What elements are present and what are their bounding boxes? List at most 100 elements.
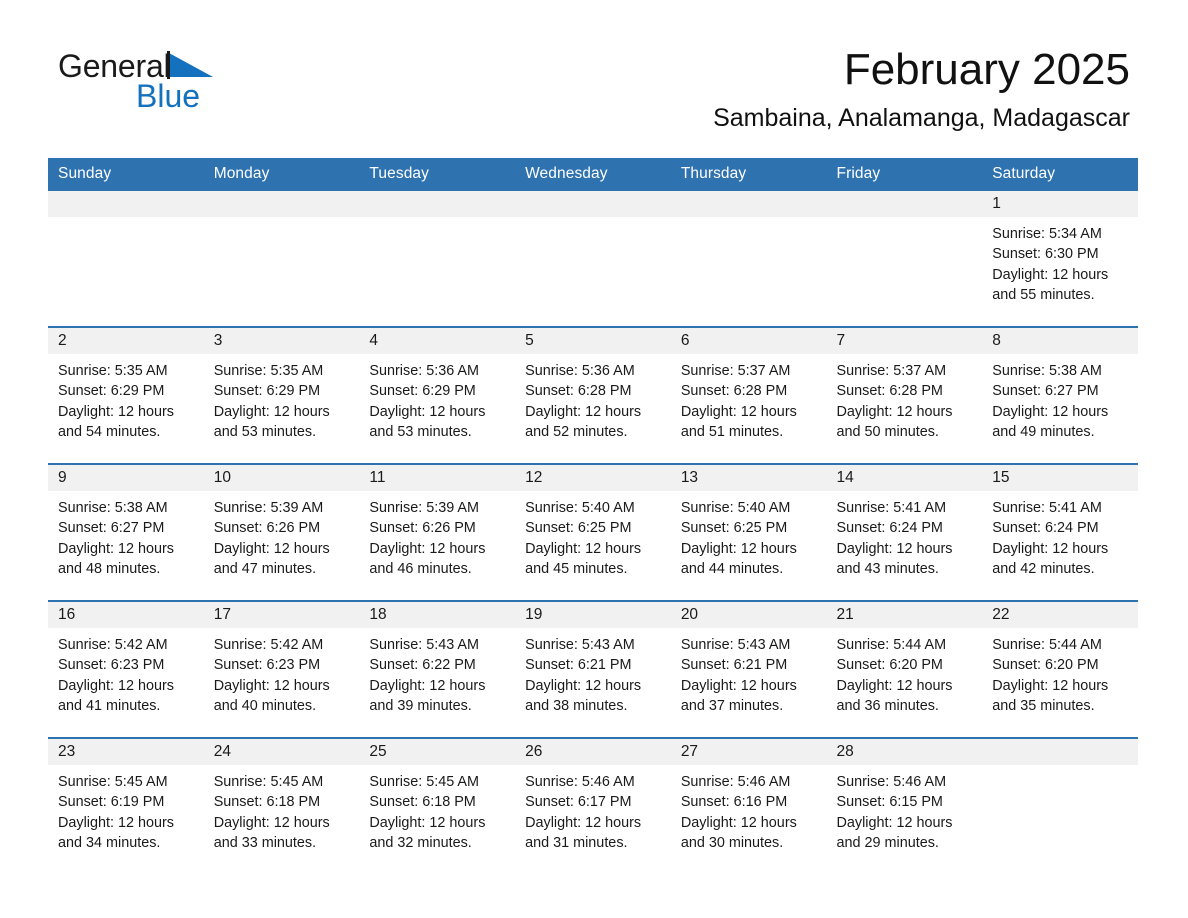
- day-number: 12: [525, 469, 543, 486]
- day-detail-line: Sunrise: 5:43 AM: [369, 637, 479, 653]
- day-cell-details: Sunrise: 5:39 AM Sunset: 6:26 PM Daylight:…: [359, 491, 515, 579]
- day-detail-line: Sunset: 6:29 PM: [58, 383, 165, 400]
- day-detail-line: Sunrise: 5:34 AM: [992, 226, 1102, 242]
- calendar-day-cell[interactable]: 1 Sunrise: 5:34 AM Sunset: 6:30 PM Daylight…: [982, 191, 1138, 327]
- calendar-day-cell[interactable]: 6 Sunrise: 5:37 AM Sunset: 6:28 PM Daylight…: [670, 326, 827, 464]
- day-number: 26: [525, 743, 543, 760]
- day-detail-line: Daylight: 12 hours: [680, 403, 797, 420]
- day-number-band: 26: [515, 739, 671, 765]
- calendar-day-cell[interactable]: 27 Sunrise: 5:46 AM Sunset: 6:16 PM Dayligh…: [670, 737, 827, 874]
- general-blue-logo[interactable]: General Blue: [58, 48, 398, 120]
- day-number: 14: [836, 469, 854, 486]
- calendar-day-cell[interactable]: 20 Sunrise: 5:43 AM Sunset: 6:21 PM Dayligh…: [670, 600, 827, 738]
- day-cell-inner: 4 Sunrise: 5:36 AM Sunset: 6:29 PM Daylight…: [359, 328, 516, 463]
- calendar-day-cell[interactable]: 21 Sunrise: 5:44 AM Sunset: 6:20 PM Dayligh…: [826, 600, 983, 738]
- calendar-day-cell[interactable]: 11 Sunrise: 5:39 AM Sunset: 6:26 PM Dayligh…: [359, 463, 516, 601]
- day-detail-line: Daylight: 12 hours: [525, 403, 642, 420]
- day-detail-line: Daylight: 12 hours: [369, 814, 486, 831]
- day-detail-line: Sunrise: 5:41 AM: [992, 500, 1102, 516]
- day-number: 3: [213, 332, 223, 349]
- day-detail-line: Sunset: 6:28 PM: [680, 383, 788, 400]
- day-number-band: 27: [670, 739, 827, 765]
- day-number-band: 15: [982, 465, 1138, 491]
- day-cell-inner: 23 Sunrise: 5:45 AM Sunset: 6:19 PM Dayligh…: [48, 739, 204, 874]
- day-detail-line: Sunset: 6:19 PM: [58, 794, 165, 811]
- day-number-band: [359, 191, 516, 217]
- day-cell-inner: [670, 191, 827, 326]
- calendar-page: General Blue February 2025 Sambaina, Ana…: [0, 0, 1188, 918]
- day-detail-line: Sunset: 6:27 PM: [992, 383, 1099, 400]
- calendar-day-cell[interactable]: 14 Sunrise: 5:41 AM Sunset: 6:24 PM Dayligh…: [826, 463, 983, 601]
- day-detail-line: Sunset: 6:20 PM: [992, 657, 1099, 674]
- day-number-band: 1: [982, 191, 1138, 217]
- day-cell-details: [671, 217, 827, 224]
- day-detail-line: Daylight: 12 hours: [58, 540, 174, 557]
- day-detail-line: Daylight: 12 hours: [836, 403, 953, 420]
- calendar-day-cell[interactable]: 23 Sunrise: 5:45 AM Sunset: 6:19 PM Dayligh…: [48, 737, 204, 874]
- day-detail-line: and 44 minutes.: [680, 560, 784, 577]
- day-detail-line: Daylight: 12 hours: [369, 403, 486, 420]
- calendar-day-cell[interactable]: 19 Sunrise: 5:43 AM Sunset: 6:21 PM Dayligh…: [515, 600, 671, 738]
- calendar-day-cell[interactable]: 25 Sunrise: 5:45 AM Sunset: 6:18 PM Dayligh…: [359, 737, 516, 874]
- calendar-day-cell[interactable]: 13 Sunrise: 5:40 AM Sunset: 6:25 PM Dayligh…: [670, 463, 827, 601]
- day-detail-line: Sunrise: 5:40 AM: [525, 500, 635, 516]
- day-detail-line: and 42 minutes.: [992, 560, 1095, 577]
- day-number: 13: [680, 469, 699, 486]
- calendar-day-cell[interactable]: 17 Sunrise: 5:42 AM Sunset: 6:23 PM Dayligh…: [203, 600, 360, 738]
- day-detail-line: Daylight: 12 hours: [369, 540, 486, 557]
- day-number-band: 9: [48, 465, 204, 491]
- day-detail-line: Sunrise: 5:46 AM: [525, 774, 635, 790]
- day-number-band: 13: [670, 465, 827, 491]
- calendar-day-cell[interactable]: 16 Sunrise: 5:42 AM Sunset: 6:23 PM Dayligh…: [48, 600, 204, 738]
- day-detail-line: Daylight: 12 hours: [680, 677, 797, 694]
- calendar-day-cell[interactable]: 24 Sunrise: 5:45 AM Sunset: 6:18 PM Dayligh…: [203, 737, 360, 874]
- day-cell-inner: 10 Sunrise: 5:39 AM Sunset: 6:26 PM Dayligh…: [203, 465, 360, 600]
- calendar-day-cell[interactable]: 26 Sunrise: 5:46 AM Sunset: 6:17 PM Dayligh…: [515, 737, 671, 874]
- day-number-band: [670, 191, 827, 217]
- calendar-day-cell[interactable]: 9 Sunrise: 5:38 AM Sunset: 6:27 PM Daylight…: [48, 463, 204, 601]
- day-cell-details: Sunrise: 5:43 AM Sunset: 6:21 PM Daylight:…: [671, 628, 827, 716]
- calendar-day-cell[interactable]: 3 Sunrise: 5:35 AM Sunset: 6:29 PM Daylight…: [203, 326, 360, 464]
- day-cell-inner: 11 Sunrise: 5:39 AM Sunset: 6:26 PM Dayligh…: [359, 465, 516, 600]
- day-detail-line: and 35 minutes.: [992, 697, 1095, 714]
- calendar-week-row: 1 Sunrise: 5:34 AM Sunset: 6:30 PM Daylight…: [48, 191, 1138, 327]
- calendar-day-cell[interactable]: 12 Sunrise: 5:40 AM Sunset: 6:25 PM Dayligh…: [515, 463, 671, 601]
- day-detail-line: and 50 minutes.: [836, 423, 939, 440]
- day-cell-inner: 8 Sunrise: 5:38 AM Sunset: 6:27 PM Daylight…: [982, 328, 1138, 463]
- day-detail-line: Sunset: 6:25 PM: [680, 520, 788, 537]
- day-cell-inner: 17 Sunrise: 5:42 AM Sunset: 6:23 PM Dayligh…: [203, 602, 360, 737]
- day-cell-inner: 12 Sunrise: 5:40 AM Sunset: 6:25 PM Dayligh…: [515, 465, 671, 600]
- calendar-day-cell[interactable]: 4 Sunrise: 5:36 AM Sunset: 6:29 PM Daylight…: [359, 326, 516, 464]
- day-detail-line: Daylight: 12 hours: [680, 540, 797, 557]
- day-detail-line: Daylight: 12 hours: [213, 403, 330, 420]
- day-detail-line: Daylight: 12 hours: [992, 677, 1109, 694]
- calendar-day-cell[interactable]: 5 Sunrise: 5:36 AM Sunset: 6:28 PM Daylight…: [515, 326, 671, 464]
- day-number-band: 4: [359, 328, 516, 354]
- day-number-band: 11: [359, 465, 516, 491]
- calendar-day-cell[interactable]: 18 Sunrise: 5:43 AM Sunset: 6:22 PM Dayligh…: [359, 600, 516, 738]
- day-number: 10: [213, 469, 231, 486]
- day-detail-line: Sunrise: 5:46 AM: [836, 774, 947, 790]
- day-number-band: 16: [48, 602, 204, 628]
- day-detail-line: Sunrise: 5:37 AM: [836, 363, 947, 379]
- calendar-day-cell[interactable]: 10 Sunrise: 5:39 AM Sunset: 6:26 PM Dayligh…: [203, 463, 360, 601]
- day-cell-details: Sunrise: 5:38 AM Sunset: 6:27 PM Daylight:…: [48, 491, 204, 579]
- day-number-band: 6: [670, 328, 827, 354]
- calendar-week-row: 16 Sunrise: 5:42 AM Sunset: 6:23 PM Dayligh…: [48, 600, 1138, 738]
- calendar-day-cell[interactable]: 8 Sunrise: 5:38 AM Sunset: 6:27 PM Daylight…: [982, 326, 1138, 464]
- day-cell-details: Sunrise: 5:41 AM Sunset: 6:24 PM Daylight:…: [982, 491, 1138, 579]
- day-cell-details: Sunrise: 5:42 AM Sunset: 6:23 PM Daylight:…: [48, 628, 204, 716]
- day-number: 25: [369, 743, 387, 760]
- day-number-band: 25: [359, 739, 516, 765]
- calendar-grid: Sunday Monday Tuesday Wednesday Thursday…: [48, 158, 1138, 874]
- calendar-day-cell[interactable]: 28 Sunrise: 5:46 AM Sunset: 6:15 PM Dayligh…: [826, 737, 983, 874]
- calendar-day-cell[interactable]: 2 Sunrise: 5:35 AM Sunset: 6:29 PM Daylight…: [48, 326, 204, 464]
- calendar-day-cell[interactable]: 22 Sunrise: 5:44 AM Sunset: 6:20 PM Dayligh…: [982, 600, 1138, 738]
- day-number: 21: [836, 606, 854, 623]
- day-detail-line: and 46 minutes.: [369, 560, 472, 577]
- day-number: 7: [836, 332, 846, 349]
- calendar-day-cell[interactable]: 15 Sunrise: 5:41 AM Sunset: 6:24 PM Dayligh…: [982, 463, 1138, 601]
- calendar-day-cell[interactable]: 7 Sunrise: 5:37 AM Sunset: 6:28 PM Daylight…: [826, 326, 983, 464]
- day-number-band: 23: [48, 739, 204, 765]
- calendar-header-row: Sunday Monday Tuesday Wednesday Thursday…: [48, 158, 1138, 191]
